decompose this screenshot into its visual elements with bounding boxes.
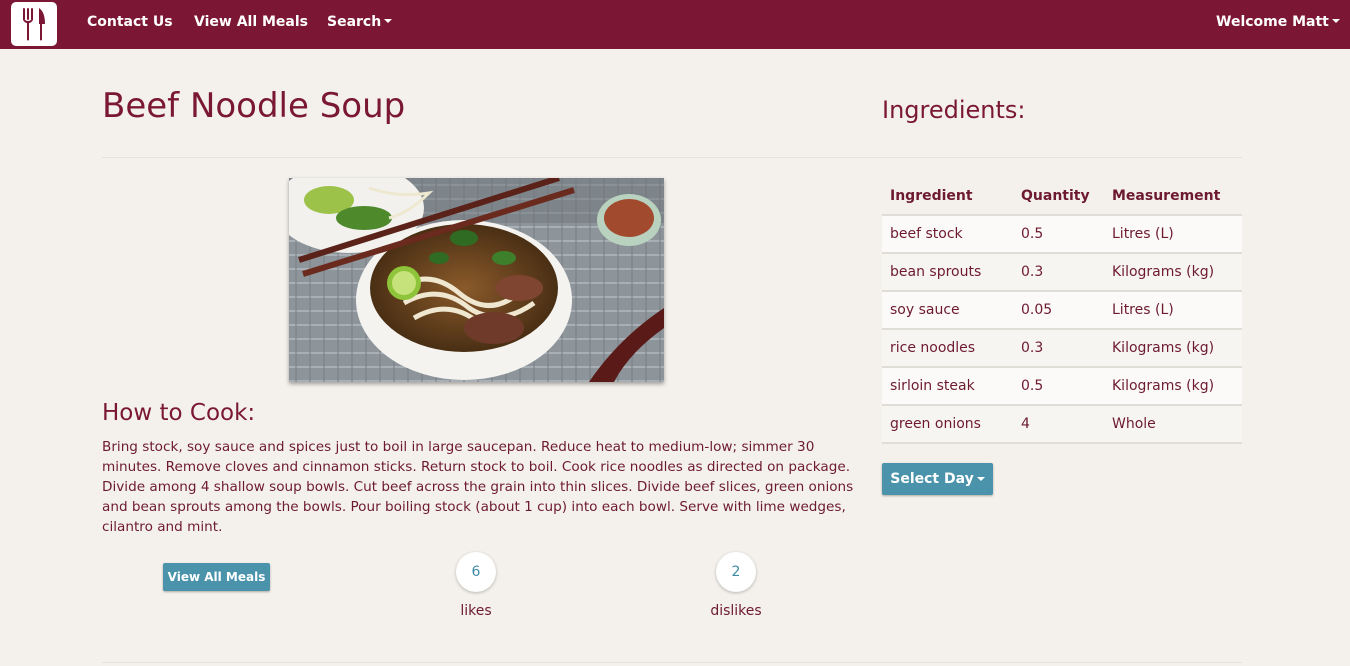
table-row: bean sprouts 0.3 Kilograms (kg) bbox=[882, 253, 1242, 292]
likes-count-button[interactable]: 6 bbox=[456, 552, 496, 592]
divider bbox=[102, 662, 1242, 663]
table-row: soy sauce 0.05 Litres (L) bbox=[882, 291, 1242, 330]
ingredient-name: sirloin steak bbox=[882, 367, 1013, 406]
ingredient-name: green onions bbox=[882, 405, 1013, 444]
how-to-cook-heading: How to Cook: bbox=[102, 400, 256, 426]
table-row: sirloin steak 0.5 Kilograms (kg) bbox=[882, 367, 1242, 406]
select-day-dropdown[interactable]: Select Day bbox=[882, 463, 993, 495]
page-title: Beef Noodle Soup bbox=[102, 86, 406, 126]
ingredient-name: rice noodles bbox=[882, 329, 1013, 368]
ingredient-measurement: Kilograms (kg) bbox=[1104, 253, 1242, 292]
view-all-meals-button[interactable]: View All Meals bbox=[163, 563, 270, 591]
table-header-row: Ingredient Quantity Measurement bbox=[882, 178, 1242, 216]
nav-view-all-meals[interactable]: View All Meals bbox=[194, 14, 308, 30]
ingredient-measurement: Litres (L) bbox=[1104, 291, 1242, 330]
ingredient-measurement: Kilograms (kg) bbox=[1104, 329, 1242, 368]
likes-label: likes bbox=[460, 603, 492, 619]
ingredient-quantity: 0.05 bbox=[1013, 291, 1104, 330]
ingredient-measurement: Litres (L) bbox=[1104, 215, 1242, 254]
ingredient-name: beef stock bbox=[882, 215, 1013, 254]
table-row: green onions 4 Whole bbox=[882, 405, 1242, 444]
chevron-down-icon bbox=[976, 477, 985, 481]
ingredient-quantity: 0.5 bbox=[1013, 215, 1104, 254]
chevron-down-icon bbox=[1331, 19, 1340, 23]
table-row: beef stock 0.5 Litres (L) bbox=[882, 215, 1242, 254]
home-logo[interactable] bbox=[11, 2, 57, 46]
ingredient-measurement: Kilograms (kg) bbox=[1104, 367, 1242, 406]
nav-search-dropdown[interactable]: Search bbox=[327, 14, 393, 30]
dislikes-label: dislikes bbox=[710, 603, 762, 619]
ingredient-quantity: 0.3 bbox=[1013, 253, 1104, 292]
divider bbox=[102, 157, 1242, 158]
cooking-instructions: Bring stock, soy sauce and spices just t… bbox=[102, 439, 854, 535]
table-row: rice noodles 0.3 Kilograms (kg) bbox=[882, 329, 1242, 368]
column-header: Measurement bbox=[1104, 178, 1242, 216]
ingredient-name: bean sprouts bbox=[882, 253, 1013, 292]
ingredient-measurement: Whole bbox=[1104, 405, 1242, 444]
welcome-label: Welcome Matt bbox=[1216, 14, 1329, 30]
column-header: Quantity bbox=[1013, 178, 1104, 216]
fork-knife-icon bbox=[23, 8, 45, 41]
user-menu-dropdown[interactable]: Welcome Matt bbox=[1216, 14, 1340, 30]
ingredient-quantity: 4 bbox=[1013, 405, 1104, 444]
nav-search-label: Search bbox=[327, 14, 382, 30]
ingredient-quantity: 0.3 bbox=[1013, 329, 1104, 368]
column-header: Ingredient bbox=[882, 178, 1013, 216]
ingredients-heading: Ingredients: bbox=[882, 96, 1026, 124]
ingredient-name: soy sauce bbox=[882, 291, 1013, 330]
meal-photo bbox=[289, 178, 664, 382]
nav-contact-us[interactable]: Contact Us bbox=[87, 14, 173, 30]
select-day-label: Select Day bbox=[890, 471, 974, 487]
chevron-down-icon bbox=[384, 19, 393, 23]
ingredients-table: Ingredient Quantity Measurement beef sto… bbox=[882, 178, 1242, 444]
ingredient-quantity: 0.5 bbox=[1013, 367, 1104, 406]
dislikes-count-button[interactable]: 2 bbox=[716, 552, 756, 592]
top-navbar: Contact Us View All Meals Search Welcome… bbox=[0, 0, 1350, 49]
